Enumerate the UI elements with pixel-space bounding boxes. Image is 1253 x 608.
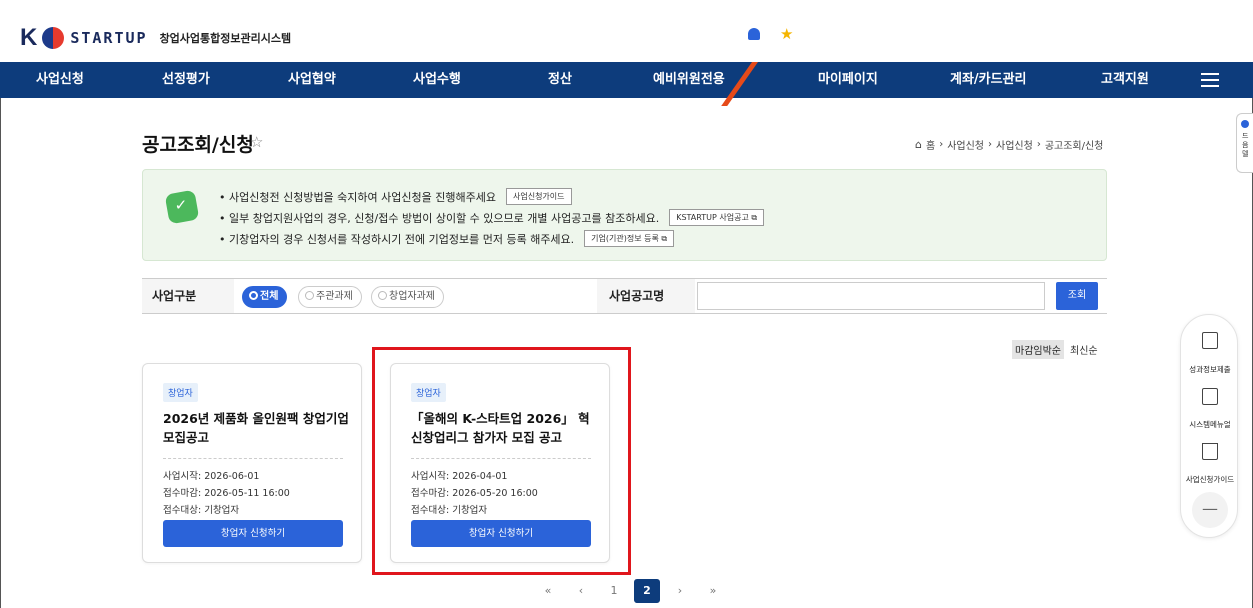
- card-target: 접수대상: 기창업자: [163, 502, 239, 516]
- favorite-star-icon[interactable]: ★: [780, 27, 793, 42]
- meta-value: 2026-06-01: [204, 471, 260, 482]
- pagination: « ‹ 1 2 › »: [535, 578, 733, 604]
- search-button[interactable]: 조회: [1056, 282, 1098, 310]
- next-page-button[interactable]: ›: [667, 579, 693, 603]
- notice-line: • 기창업자의 경우 신청서를 작성하시기 전에 기업정보를 먼저 등록 해주세…: [219, 230, 675, 247]
- search-filter: 사업구분 전체 주관과제 창업자과제 사업공고명 조회: [142, 278, 1107, 314]
- notice-name-input[interactable]: [697, 282, 1045, 310]
- sort-latest[interactable]: 최신순: [1070, 340, 1098, 359]
- notice-text: • 기창업자의 경우 신청서를 작성하시기 전에 기업정보를 먼저 등록 해주세…: [219, 232, 575, 246]
- nav-item-settlement[interactable]: 정산: [548, 62, 572, 98]
- notice-name-label: 사업공고명: [597, 279, 695, 313]
- page-title: 공고조회/신청: [142, 134, 254, 156]
- notice-line: • 일부 창업지원사업의 경우, 신청/접수 방법이 상이할 수 있으므로 개별…: [219, 209, 765, 226]
- breadcrumb-current: 공고조회/신청: [1044, 141, 1104, 152]
- breadcrumb-item[interactable]: 사업신청: [947, 137, 984, 152]
- edge-tab-text: 드음델: [1242, 132, 1249, 158]
- notice-line: • 사업신청전 신청방법을 숙지하여 사업신청을 진행해주세요 사업신청가이드: [219, 188, 572, 205]
- radio-dot-icon: [305, 291, 314, 300]
- quick-menu-performance[interactable]: 성과정보제출: [1181, 364, 1239, 375]
- breadcrumb-separator: ›: [1036, 139, 1041, 150]
- home-icon[interactable]: ⌂: [915, 138, 922, 151]
- sort-options: 마감임박순 최신순: [1012, 340, 1098, 359]
- notice-text: • 사업신청전 신청방법을 숙지하여 사업신청을 진행해주세요: [219, 190, 496, 204]
- main-nav: 사업신청 선정평가 사업협약 사업수행 정산 예비위원전용 마이페이지 계좌/카…: [0, 62, 1253, 98]
- card-deadline: 접수마감: 2026-05-11 16:00: [163, 485, 290, 499]
- checklist-icon[interactable]: [1202, 388, 1218, 405]
- breadcrumb-home[interactable]: 홈: [926, 137, 935, 152]
- nav-item-apply[interactable]: 사업신청: [36, 62, 84, 98]
- nav-item-agreement[interactable]: 사업협약: [288, 62, 336, 98]
- collapse-button[interactable]: —: [1192, 492, 1228, 528]
- logo-subtitle: 창업사업통합정보관리시스템: [159, 32, 292, 45]
- page-1-button[interactable]: 1: [601, 579, 627, 603]
- logo-text: STARTUP: [70, 29, 148, 47]
- top-header: K STARTUP 창업사업통합정보관리시스템 ★: [0, 0, 1253, 62]
- logo-circle-icon: [42, 27, 65, 49]
- prev-page-button[interactable]: ‹: [568, 579, 594, 603]
- logo-k: K: [20, 24, 37, 51]
- breadcrumb-item[interactable]: 사업신청: [996, 137, 1033, 152]
- category-label: 사업구분: [142, 279, 234, 313]
- card-start: 사업시작: 2026-06-01: [163, 468, 259, 482]
- meta-value: 기창업자: [204, 505, 240, 516]
- sort-deadline[interactable]: 마감임박순: [1012, 340, 1064, 359]
- book-icon[interactable]: [1202, 443, 1218, 460]
- highlight-box: [372, 347, 631, 575]
- card-badge: 창업자: [163, 383, 198, 402]
- radio-all[interactable]: 전체: [242, 286, 288, 308]
- nav-item-execution[interactable]: 사업수행: [413, 62, 461, 98]
- radio-host-task-label: 주관과제: [316, 291, 353, 302]
- bell-icon[interactable]: [748, 28, 760, 40]
- meta-label: 사업시작:: [163, 471, 202, 482]
- edge-dot-icon: [1241, 120, 1249, 128]
- nav-item-reserve-committee[interactable]: 예비위원전용: [653, 62, 725, 98]
- card-divider: [163, 458, 343, 459]
- nav-item-support[interactable]: 고객지원: [1101, 62, 1149, 98]
- company-register-button[interactable]: 기업(기관)정보 등록 ⧉: [584, 230, 675, 247]
- check-shield-icon: [164, 189, 200, 225]
- last-page-button[interactable]: »: [700, 579, 726, 603]
- clipboard-icon[interactable]: [1202, 332, 1218, 349]
- nav-item-mypage[interactable]: 마이페이지: [818, 62, 878, 98]
- radio-dot-icon: [378, 291, 387, 300]
- notice-card[interactable]: 창업자 2026년 제품화 올인원팩 창업기업 모집공고 사업시작: 2026-…: [142, 363, 362, 563]
- top-icons: ★: [748, 27, 793, 42]
- radio-founder-task-label: 창업자과제: [389, 291, 435, 302]
- radio-founder-task[interactable]: 창업자과제: [371, 286, 444, 308]
- kstartup-notice-button[interactable]: KSTARTUP 사업공고 ⧉: [669, 209, 765, 226]
- nav-item-evaluation[interactable]: 선정평가: [162, 62, 210, 98]
- quick-menu-guide[interactable]: 사업신청가이드: [1181, 474, 1239, 485]
- apply-button[interactable]: 창업자 신청하기: [163, 520, 343, 547]
- breadcrumb-separator: ›: [939, 139, 944, 150]
- quick-menu-panel: 성과정보제출 시스템메뉴얼 사업신청가이드 —: [1180, 314, 1238, 538]
- radio-dot-icon: [249, 291, 258, 300]
- notice-box: • 사업신청전 신청방법을 숙지하여 사업신청을 진행해주세요 사업신청가이드 …: [142, 169, 1107, 261]
- radio-host-task[interactable]: 주관과제: [298, 286, 362, 308]
- card-title[interactable]: 2026년 제품화 올인원팩 창업기업 모집공고: [163, 409, 353, 447]
- first-page-button[interactable]: «: [535, 579, 561, 603]
- nav-item-account-card[interactable]: 계좌/카드관리: [950, 62, 1027, 98]
- meta-label: 접수대상:: [163, 505, 202, 516]
- bookmark-star-icon[interactable]: ☆: [250, 133, 263, 151]
- edge-tab[interactable]: 드음델: [1236, 113, 1253, 173]
- apply-guide-button[interactable]: 사업신청가이드: [505, 188, 572, 205]
- breadcrumb: ⌂ 홈 › 사업신청 › 사업신청 › 공고조회/신청: [915, 137, 1103, 152]
- quick-menu-manual[interactable]: 시스템메뉴얼: [1181, 419, 1239, 430]
- radio-all-label: 전체: [260, 291, 279, 302]
- menu-icon[interactable]: [1201, 73, 1219, 91]
- notice-text: • 일부 창업지원사업의 경우, 신청/접수 방법이 상이할 수 있으므로 개별…: [219, 211, 660, 225]
- breadcrumb-separator: ›: [988, 139, 992, 150]
- meta-value: 2026-05-11 16:00: [204, 488, 290, 499]
- page-2-button[interactable]: 2: [634, 579, 660, 603]
- meta-label: 접수마감:: [163, 488, 202, 499]
- logo[interactable]: K STARTUP 창업사업통합정보관리시스템: [20, 24, 291, 52]
